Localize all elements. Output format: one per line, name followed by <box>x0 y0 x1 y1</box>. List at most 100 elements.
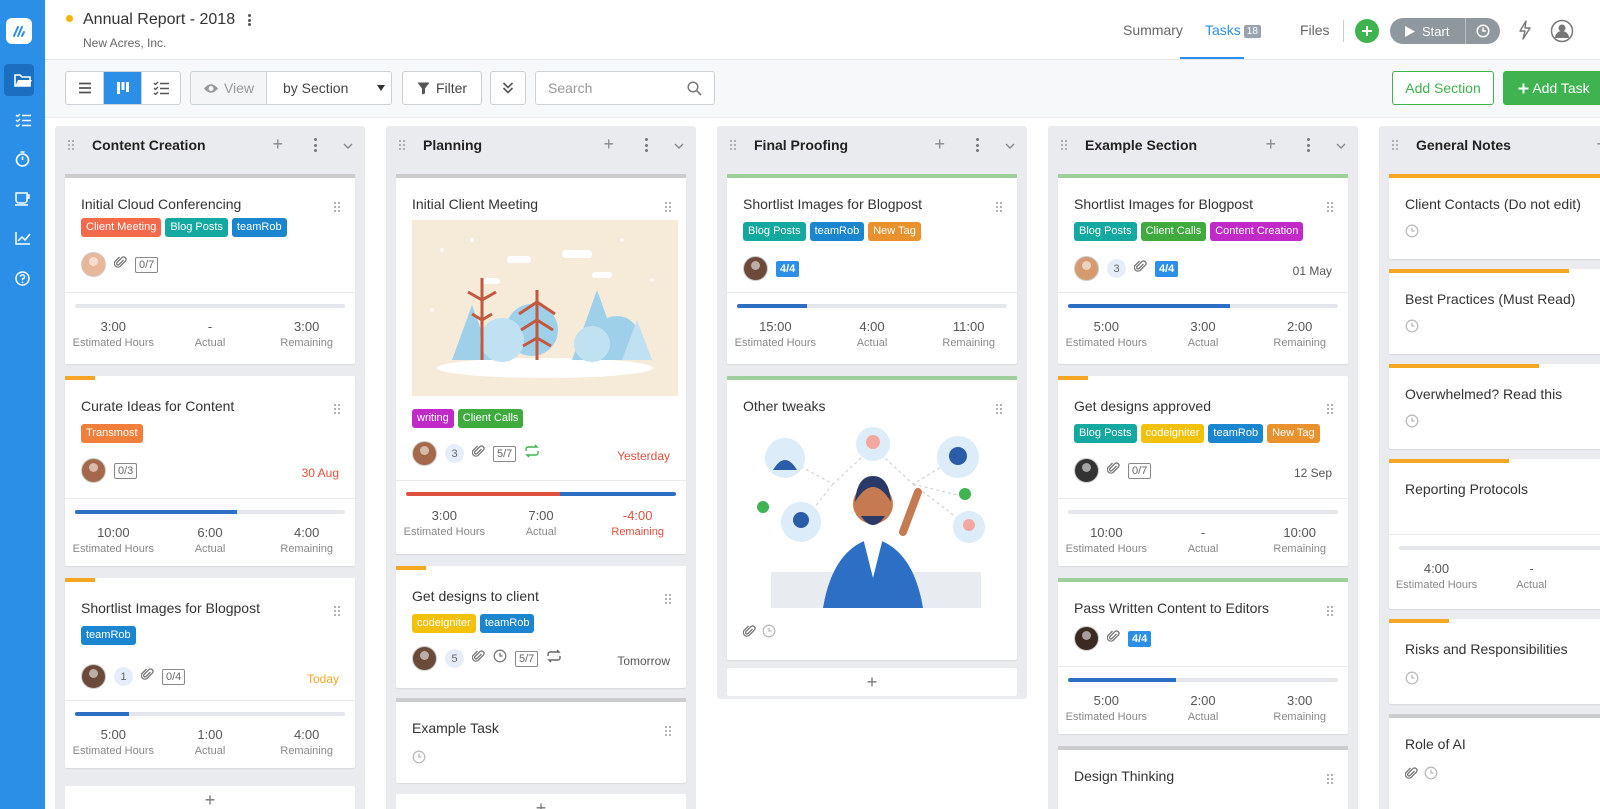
task-card[interactable]: Initial Client Meeting writing Client Call… <box>396 174 686 554</box>
start-timer-button[interactable]: Start <box>1390 18 1466 44</box>
task-card[interactable]: Get designs approved Blog Posts codeignite… <box>1058 376 1348 566</box>
drag-handle-icon[interactable] <box>398 138 406 156</box>
tag-client-meeting[interactable]: Client Meeting <box>81 218 162 237</box>
tag-teamrob[interactable]: teamRob <box>479 614 535 633</box>
attachment-icon[interactable] <box>471 444 485 463</box>
chevron-down-icon[interactable] <box>343 137 353 155</box>
task-card[interactable]: Best Practices (Must Read) <box>1389 269 1600 354</box>
column-menu-icon[interactable] <box>644 138 648 152</box>
group-by-select[interactable]: by Section <box>267 72 391 104</box>
add-task-button[interactable]: Add Task <box>1503 71 1600 105</box>
drag-handle-icon[interactable] <box>664 724 672 742</box>
card-title[interactable]: Reporting Protocols <box>1405 481 1528 497</box>
avatar[interactable] <box>1074 626 1099 651</box>
add-task-row[interactable]: + <box>65 786 355 809</box>
avatar[interactable] <box>743 256 768 281</box>
filter-button[interactable]: Filter <box>402 71 482 105</box>
task-card[interactable]: Example Task <box>396 698 686 783</box>
checklist-count[interactable]: 4/4 <box>1155 260 1179 277</box>
add-task-row[interactable]: + <box>396 794 686 809</box>
avatar[interactable] <box>1074 256 1099 281</box>
add-card-icon[interactable]: + <box>272 134 283 155</box>
task-card[interactable]: Reporting Protocols 4:00 Estimated Hours - A… <box>1389 459 1600 609</box>
attachment-icon[interactable] <box>1405 766 1438 780</box>
card-title[interactable]: Risks and Responsibilities <box>1405 641 1568 657</box>
tag-blog-posts[interactable]: Blog Posts <box>165 218 228 237</box>
add-task-row[interactable]: + <box>727 668 1017 696</box>
task-card[interactable]: Initial Cloud Conferencing Client Meeting… <box>65 174 355 364</box>
attachment-icon[interactable] <box>471 649 485 668</box>
tag-teamrob[interactable]: teamRob <box>809 222 865 241</box>
collapse-all-button[interactable] <box>490 71 526 105</box>
search-icon[interactable] <box>687 81 702 96</box>
drag-handle-icon[interactable] <box>1326 402 1334 420</box>
project-menu-icon[interactable] <box>243 12 255 28</box>
lightning-icon[interactable] <box>1518 20 1532 45</box>
drag-handle-icon[interactable] <box>1326 604 1334 622</box>
task-card[interactable]: Other tweaks <box>727 376 1017 660</box>
comments-count[interactable]: 3 <box>445 444 464 463</box>
checklist-count[interactable]: 0/4 <box>162 668 186 685</box>
timer-nav-icon[interactable] <box>0 142 45 176</box>
tag-teamrob[interactable]: teamRob <box>1208 424 1264 443</box>
avatar[interactable] <box>1074 458 1099 483</box>
attachment-icon[interactable] <box>1106 629 1120 648</box>
checklist-count[interactable]: 0/7 <box>1128 462 1152 479</box>
column-menu-icon[interactable] <box>313 138 317 152</box>
user-profile-icon[interactable] <box>1550 19 1574 48</box>
checklist-count[interactable]: 5/7 <box>515 650 539 667</box>
reports-nav-icon[interactable] <box>0 221 45 255</box>
column-menu-icon[interactable] <box>975 138 979 152</box>
drag-handle-icon[interactable] <box>333 402 341 420</box>
comments-count[interactable]: 5 <box>445 649 464 668</box>
tag-new-tag[interactable]: New Tag <box>868 222 921 241</box>
attachment-icon[interactable] <box>1106 461 1120 480</box>
task-card[interactable]: Pass Written Content to Editors 4/4 5:00 Es… <box>1058 578 1348 734</box>
drag-handle-icon[interactable] <box>1326 200 1334 218</box>
drag-handle-icon[interactable] <box>333 200 341 218</box>
tab-files[interactable]: Files <box>1300 22 1330 38</box>
tab-tasks[interactable]: Tasks 18 <box>1205 22 1261 38</box>
card-title[interactable]: Best Practices (Must Read) <box>1405 291 1575 307</box>
add-card-icon[interactable]: + <box>1596 134 1600 155</box>
tag-content-creation[interactable]: Content Creation <box>1210 222 1304 241</box>
tag-codeigniter[interactable]: codeigniter <box>1140 424 1205 443</box>
tag-new-tag[interactable]: New Tag <box>1267 424 1320 443</box>
avatar[interactable] <box>412 646 437 671</box>
tag-writing[interactable]: writing <box>412 409 454 428</box>
attachment-icon[interactable] <box>1133 259 1147 278</box>
add-card-icon[interactable]: + <box>603 134 614 155</box>
column-menu-icon[interactable] <box>1306 138 1310 152</box>
task-card[interactable]: Get designs to client codeigniter teamRob 5… <box>396 566 686 688</box>
tag-client-calls[interactable]: Client Calls <box>457 409 524 428</box>
tag-teamrob[interactable]: teamRob <box>81 626 136 645</box>
company-name[interactable]: New Acres, Inc. <box>83 36 166 50</box>
attachment-icon[interactable] <box>743 624 776 638</box>
project-title[interactable]: Annual Report - 2018 <box>83 11 235 29</box>
projects-nav-icon[interactable] <box>0 63 45 97</box>
tag-client-calls[interactable]: Client Calls <box>1140 222 1207 241</box>
tag-blog-posts[interactable]: Blog Posts <box>743 222 806 241</box>
checklist-count[interactable]: 5/7 <box>493 445 517 462</box>
checklist-view-button[interactable] <box>142 72 180 104</box>
task-card[interactable]: Overwhelmed? Read this <box>1389 364 1600 449</box>
card-title[interactable]: Shortlist Images for Blogpost <box>1074 196 1253 212</box>
task-card[interactable]: Shortlist Images for Blogpost Blog Posts t… <box>727 174 1017 364</box>
chevron-down-icon[interactable] <box>1005 137 1015 155</box>
help-nav-icon[interactable] <box>0 261 45 295</box>
task-card[interactable]: Curate Ideas for Content Transmost 0/3 30 A… <box>65 376 355 566</box>
task-card[interactable]: Risks and Responsibilities <box>1389 619 1600 704</box>
attachment-icon[interactable] <box>140 667 154 686</box>
tag-blog-posts[interactable]: Blog Posts <box>1074 424 1137 443</box>
avatar[interactable] <box>81 252 106 277</box>
task-card[interactable]: Shortlist Images for Blogpost Blog Posts C… <box>1058 174 1348 364</box>
task-card[interactable]: Design Thinking <box>1058 746 1348 809</box>
chevron-down-icon[interactable] <box>1336 137 1346 155</box>
card-title[interactable]: Other tweaks <box>743 398 825 414</box>
card-title[interactable]: Curate Ideas for Content <box>81 398 234 414</box>
tag-codeigniter[interactable]: codeigniter <box>412 614 476 633</box>
chevron-down-icon[interactable] <box>674 137 684 155</box>
board-view-button[interactable] <box>104 72 142 104</box>
checklist-count[interactable]: 0/3 <box>114 462 138 479</box>
add-card-icon[interactable]: + <box>1265 134 1276 155</box>
